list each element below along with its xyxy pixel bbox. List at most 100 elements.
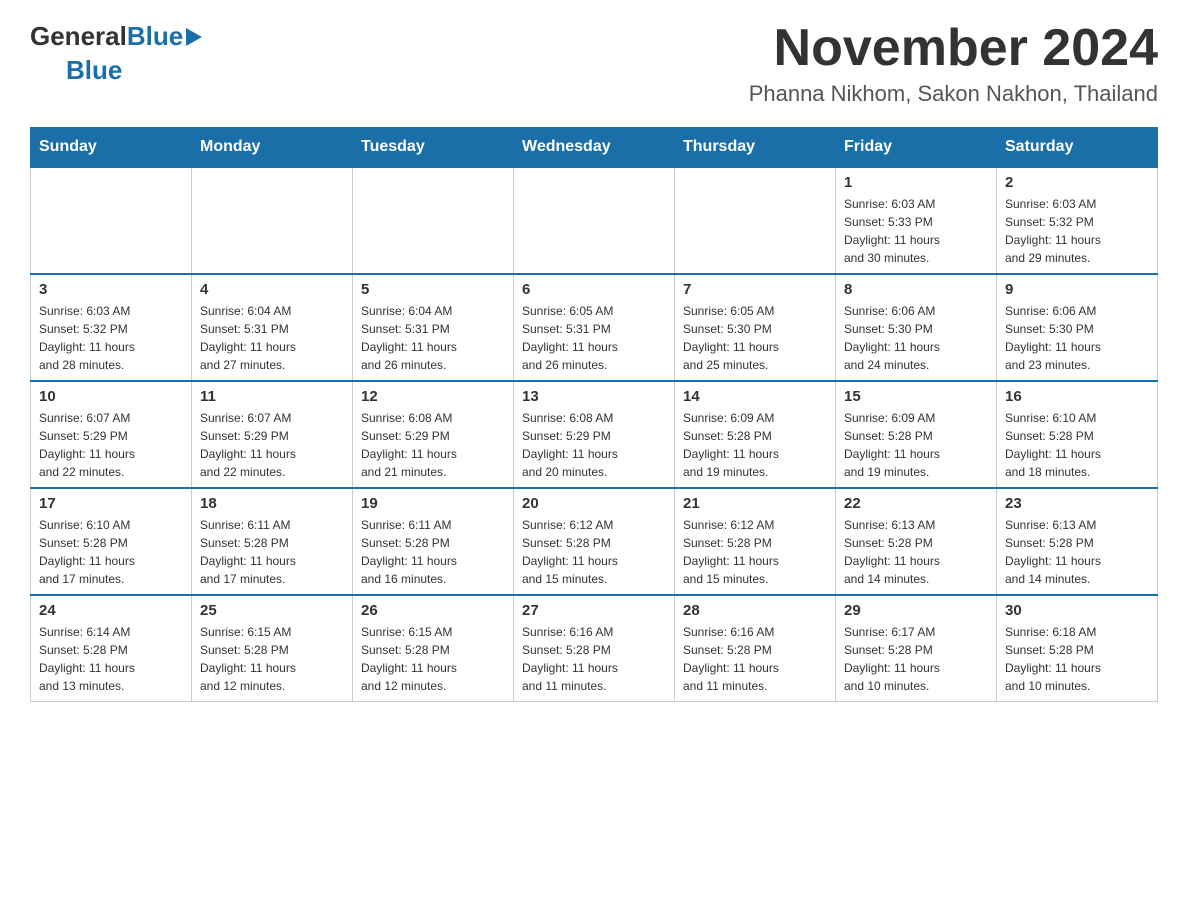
calendar-cell: 20 Sunrise: 6:12 AMSunset: 5:28 PMDayligh…	[514, 488, 675, 595]
calendar-cell: 16 Sunrise: 6:10 AMSunset: 5:28 PMDayligh…	[997, 381, 1158, 488]
calendar-cell: 26Sunrise: 6:15 AMSunset: 5:28 PMDayligh…	[353, 595, 514, 702]
calendar-week-row: 17 Sunrise: 6:10 AMSunset: 5:28 PMDayligh…	[31, 488, 1158, 595]
day-number: 10	[39, 388, 183, 405]
day-number: 9	[1005, 281, 1149, 298]
calendar-table: SundayMondayTuesdayWednesdayThursdayFrid…	[30, 127, 1158, 702]
day-number: 7	[683, 281, 827, 298]
weekday-header-monday: Monday	[192, 128, 353, 168]
calendar-cell: 25Sunrise: 6:15 AMSunset: 5:28 PMDayligh…	[192, 595, 353, 702]
calendar-cell: 9 Sunrise: 6:06 AMSunset: 5:30 PMDaylight…	[997, 274, 1158, 381]
calendar-cell	[192, 167, 353, 274]
calendar-cell: 3 Sunrise: 6:03 AMSunset: 5:32 PMDaylight…	[31, 274, 192, 381]
calendar-cell: 19Sunrise: 6:11 AMSunset: 5:28 PMDayligh…	[353, 488, 514, 595]
logo-general: General	[30, 21, 127, 52]
logo-blue-text: B	[127, 21, 146, 52]
calendar-cell: 11 Sunrise: 6:07 AMSunset: 5:29 PMDayligh…	[192, 381, 353, 488]
day-number: 11	[200, 388, 344, 405]
weekday-header-tuesday: Tuesday	[353, 128, 514, 168]
day-info: Sunrise: 6:10 AMSunset: 5:28 PMDaylight:…	[39, 516, 183, 588]
day-info: Sunrise: 6:12 AMSunset: 5:28 PMDaylight:…	[522, 516, 666, 588]
calendar-cell: 22Sunrise: 6:13 AMSunset: 5:28 PMDayligh…	[836, 488, 997, 595]
day-number: 5	[361, 281, 505, 298]
calendar-cell	[675, 167, 836, 274]
day-info: Sunrise: 6:06 AMSunset: 5:30 PMDaylight:…	[844, 302, 988, 374]
day-info: Sunrise: 6:07 AMSunset: 5:29 PMDaylight:…	[39, 409, 183, 481]
title-section: November 2024 Phanna Nikhom, Sakon Nakho…	[749, 20, 1158, 107]
calendar-cell: 21Sunrise: 6:12 AMSunset: 5:28 PMDayligh…	[675, 488, 836, 595]
day-number: 14	[683, 388, 827, 405]
day-info: Sunrise: 6:06 AMSunset: 5:30 PMDaylight:…	[1005, 302, 1149, 374]
calendar-week-row: 24 Sunrise: 6:14 AMSunset: 5:28 PMDayligh…	[31, 595, 1158, 702]
day-info: Sunrise: 6:03 AMSunset: 5:32 PMDaylight:…	[39, 302, 183, 374]
calendar-cell: 14Sunrise: 6:09 AMSunset: 5:28 PMDayligh…	[675, 381, 836, 488]
day-number: 23	[1005, 495, 1149, 512]
day-info: Sunrise: 6:04 AMSunset: 5:31 PMDaylight:…	[361, 302, 505, 374]
day-number: 22	[844, 495, 988, 512]
day-number: 28	[683, 602, 827, 619]
day-number: 6	[522, 281, 666, 298]
calendar-cell: 30 Sunrise: 6:18 AMSunset: 5:28 PMDayligh…	[997, 595, 1158, 702]
day-number: 20	[522, 495, 666, 512]
day-info: Sunrise: 6:11 AMSunset: 5:28 PMDaylight:…	[200, 516, 344, 588]
weekday-header-wednesday: Wednesday	[514, 128, 675, 168]
day-number: 24	[39, 602, 183, 619]
day-number: 16	[1005, 388, 1149, 405]
day-number: 8	[844, 281, 988, 298]
calendar-cell	[353, 167, 514, 274]
logo-blue-label: Blue	[66, 55, 122, 85]
day-number: 3	[39, 281, 183, 298]
location-title: Phanna Nikhom, Sakon Nakhon, Thailand	[749, 81, 1158, 107]
day-number: 30	[1005, 602, 1149, 619]
day-info: Sunrise: 6:10 AMSunset: 5:28 PMDaylight:…	[1005, 409, 1149, 481]
calendar-week-row: 3 Sunrise: 6:03 AMSunset: 5:32 PMDaylight…	[31, 274, 1158, 381]
weekday-header-saturday: Saturday	[997, 128, 1158, 168]
logo-blue-rest: lue	[146, 21, 184, 52]
day-info: Sunrise: 6:05 AMSunset: 5:31 PMDaylight:…	[522, 302, 666, 374]
calendar-week-row: 10 Sunrise: 6:07 AMSunset: 5:29 PMDayligh…	[31, 381, 1158, 488]
day-number: 1	[844, 174, 988, 191]
calendar-cell: 23Sunrise: 6:13 AMSunset: 5:28 PMDayligh…	[997, 488, 1158, 595]
calendar-cell: 17 Sunrise: 6:10 AMSunset: 5:28 PMDayligh…	[31, 488, 192, 595]
day-number: 13	[522, 388, 666, 405]
weekday-header-row: SundayMondayTuesdayWednesdayThursdayFrid…	[31, 128, 1158, 168]
calendar-cell: 4 Sunrise: 6:04 AMSunset: 5:31 PMDaylight…	[192, 274, 353, 381]
day-info: Sunrise: 6:07 AMSunset: 5:29 PMDaylight:…	[200, 409, 344, 481]
page-header: General B lue Blue November 2024 Phanna …	[30, 20, 1158, 107]
day-info: Sunrise: 6:16 AMSunset: 5:28 PMDaylight:…	[683, 623, 827, 695]
day-info: Sunrise: 6:04 AMSunset: 5:31 PMDaylight:…	[200, 302, 344, 374]
logo: General B lue Blue	[30, 20, 202, 86]
day-number: 17	[39, 495, 183, 512]
day-info: Sunrise: 6:14 AMSunset: 5:28 PMDaylight:…	[39, 623, 183, 695]
weekday-header-sunday: Sunday	[31, 128, 192, 168]
calendar-cell: 29Sunrise: 6:17 AMSunset: 5:28 PMDayligh…	[836, 595, 997, 702]
calendar-cell: 1 Sunrise: 6:03 AMSunset: 5:33 PMDaylight…	[836, 167, 997, 274]
calendar-cell: 6 Sunrise: 6:05 AMSunset: 5:31 PMDaylight…	[514, 274, 675, 381]
calendar-cell: 15Sunrise: 6:09 AMSunset: 5:28 PMDayligh…	[836, 381, 997, 488]
day-info: Sunrise: 6:12 AMSunset: 5:28 PMDaylight:…	[683, 516, 827, 588]
calendar-cell: 12 Sunrise: 6:08 AMSunset: 5:29 PMDayligh…	[353, 381, 514, 488]
day-info: Sunrise: 6:18 AMSunset: 5:28 PMDaylight:…	[1005, 623, 1149, 695]
day-number: 29	[844, 602, 988, 619]
day-number: 12	[361, 388, 505, 405]
day-info: Sunrise: 6:08 AMSunset: 5:29 PMDaylight:…	[361, 409, 505, 481]
day-number: 4	[200, 281, 344, 298]
calendar-cell: 8 Sunrise: 6:06 AMSunset: 5:30 PMDaylight…	[836, 274, 997, 381]
day-info: Sunrise: 6:03 AMSunset: 5:32 PMDaylight:…	[1005, 195, 1149, 267]
calendar-cell: 28 Sunrise: 6:16 AMSunset: 5:28 PMDayligh…	[675, 595, 836, 702]
day-info: Sunrise: 6:03 AMSunset: 5:33 PMDaylight:…	[844, 195, 988, 267]
weekday-header-thursday: Thursday	[675, 128, 836, 168]
day-info: Sunrise: 6:09 AMSunset: 5:28 PMDaylight:…	[844, 409, 988, 481]
calendar-cell	[31, 167, 192, 274]
calendar-cell: 5 Sunrise: 6:04 AMSunset: 5:31 PMDaylight…	[353, 274, 514, 381]
calendar-cell: 24 Sunrise: 6:14 AMSunset: 5:28 PMDayligh…	[31, 595, 192, 702]
day-number: 27	[522, 602, 666, 619]
weekday-header-friday: Friday	[836, 128, 997, 168]
month-title: November 2024	[749, 20, 1158, 77]
day-info: Sunrise: 6:15 AMSunset: 5:28 PMDaylight:…	[361, 623, 505, 695]
day-number: 18	[200, 495, 344, 512]
day-info: Sunrise: 6:16 AMSunset: 5:28 PMDaylight:…	[522, 623, 666, 695]
calendar-cell: 13 Sunrise: 6:08 AMSunset: 5:29 PMDayligh…	[514, 381, 675, 488]
calendar-cell: 18 Sunrise: 6:11 AMSunset: 5:28 PMDayligh…	[192, 488, 353, 595]
day-info: Sunrise: 6:11 AMSunset: 5:28 PMDaylight:…	[361, 516, 505, 588]
day-info: Sunrise: 6:08 AMSunset: 5:29 PMDaylight:…	[522, 409, 666, 481]
